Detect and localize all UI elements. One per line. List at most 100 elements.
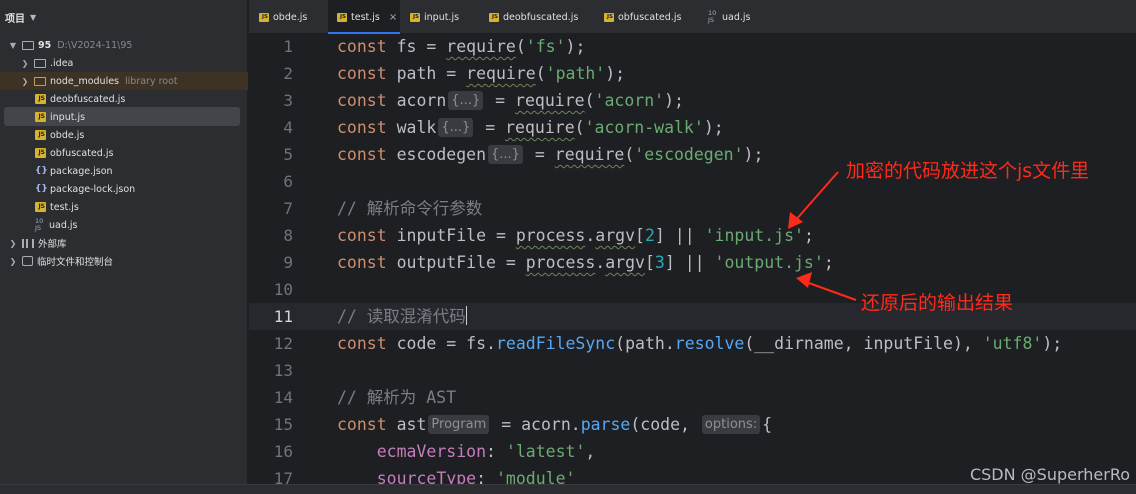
code-text: ); [703,118,724,137]
string-literal: 'output.js' [714,253,824,272]
line-number: 8 [283,226,293,245]
line-number: 10 [273,280,293,299]
function-call: require [505,118,575,137]
code-line[interactable]: // 解析命令行参数 [337,195,482,222]
keyword: const [337,253,387,272]
function-call: require [554,145,625,164]
chevron-right-icon[interactable]: ❯ [20,59,30,68]
number-literal: 2 [644,226,655,245]
line-number: 14 [273,388,293,407]
tree-item-label: deobfuscated.js [50,93,126,105]
line-number: 15 [273,415,293,434]
code-line[interactable]: const inputFile = process.argv[2] || 'in… [337,222,814,249]
tree-item-label: input.js [50,111,86,123]
tab-obde[interactable]: JS obde.js [259,0,307,34]
code-text: ast [386,415,427,434]
tree-item-deobfuscated[interactable]: JS deobfuscated.js [35,90,125,108]
restored-output-note: 还原后的输出结果 [861,292,1014,314]
tree-item-node-modules[interactable]: ❯ node_modules library root [20,72,178,90]
js-test-file-icon: 10 JS [35,217,44,232]
line-number-current: 11 [273,307,293,326]
project-panel-header[interactable]: 项目 ▼ [0,0,247,34]
code-line-current[interactable]: // 读取混淆代码 [337,303,468,330]
code-text: . [595,253,606,272]
tree-item-external-libraries[interactable]: ❯ 外部库 [8,234,67,252]
code-text: path = [386,64,467,83]
code-text: { [762,415,773,434]
tab-obfuscated[interactable]: JS obfuscated.js [604,0,681,34]
tree-item-scratches[interactable]: ❯ 临时文件和控制台 [8,252,113,270]
tree-item-test[interactable]: JS test.js [35,198,79,216]
line-number: 13 [273,361,293,380]
code-line[interactable]: const outputFile = process.argv[3] || 'o… [337,249,834,276]
chevron-right-icon[interactable]: ❯ [8,257,18,266]
tree-item-label: test.js [50,201,79,213]
tree-item-uad[interactable]: 10 JS uad.js [35,216,77,234]
tree-item-package-json[interactable]: {} package.json [35,162,113,180]
tree-item-obfuscated[interactable]: JS obfuscated.js [35,144,113,162]
code-text: fs = [386,37,447,56]
tab-uad[interactable]: 10 JS uad.js [708,0,750,34]
folder-icon [22,40,34,50]
tree-item-label: 外部库 [38,239,67,250]
code-line[interactable]: const acorn {...} = require('acorn'); [337,87,684,114]
line-number: 4 [283,118,293,137]
chevron-down-icon[interactable]: ▼ [8,41,18,50]
parameter-inlay-hint[interactable]: options: [701,415,761,434]
code-line[interactable]: const ast Program = acorn.parse(code, opt… [337,411,772,438]
inlay-hint[interactable]: {...} [488,145,523,164]
tree-item-label: 临时文件和控制台 [37,257,114,268]
code-text: ( [515,37,526,56]
code-text: ; [823,253,834,272]
line-number: 7 [283,199,293,218]
project-panel-title: 项目 [5,13,25,25]
function-call: parse [580,415,631,434]
tab-input[interactable]: JS input.js [410,0,459,34]
code-line[interactable]: ecmaVersion: 'latest', [337,438,596,465]
js-file-icon: JS [35,130,46,140]
code-line[interactable]: const escodegen {...} = require('escodege… [337,141,763,168]
type-inlay-hint[interactable]: Program [428,415,490,434]
code-text: ( [624,145,635,164]
text-caret [465,306,468,325]
js-file-icon: JS [259,12,269,22]
tab-label: obde.js [273,11,308,23]
tree-item-package-lock[interactable]: {} package-lock.json [35,180,135,198]
identifier: process [515,226,586,245]
code-line[interactable]: const walk {...} = require('acorn-walk'); [337,114,724,141]
tree-item-root[interactable]: ▼ 95 D:\V2024-11\95 [8,36,133,54]
tree-item-input[interactable]: JS input.js [35,108,85,126]
code-text: ); [1042,334,1063,353]
inlay-hint[interactable]: {...} [438,118,474,137]
identifier: process [525,253,596,272]
keyword: const [337,118,387,137]
code-text: ] || [664,253,715,272]
string-literal: 'escodegen' [634,145,744,164]
code-text: = acorn. [491,415,581,434]
inlay-hint[interactable]: {...} [448,91,484,110]
status-bar [0,484,1136,494]
tree-item-hint: library root [125,75,178,87]
tree-item-obde[interactable]: JS obde.js [35,126,84,144]
chevron-right-icon[interactable]: ❯ [8,239,18,248]
tab-deobfuscated[interactable]: JS deobfuscated.js [489,0,578,34]
keyword: const [337,91,387,110]
js-test-file-icon: 10 JS [708,9,717,24]
line-number: 3 [283,91,293,110]
close-icon[interactable]: × [389,12,397,23]
code-line[interactable]: const path = require('path'); [337,60,625,87]
tab-test[interactable]: JS test.js × [328,0,400,34]
code-line[interactable]: const code = fs.readFileSync(path.resolv… [337,330,1062,357]
js-file-icon: JS [604,12,614,22]
keyword: const [337,145,387,164]
string-literal: 'acorn' [594,91,665,110]
tree-item-idea[interactable]: ❯ .idea [20,54,74,72]
code-text: code = fs. [386,334,496,353]
code-line[interactable]: // 解析为 AST [337,384,456,411]
code-line[interactable]: const fs = require('fs'); [337,35,585,60]
code-text: ( [574,118,585,137]
chevron-right-icon[interactable]: ❯ [20,77,30,86]
js-file-icon: JS [35,112,46,122]
code-editor[interactable]: 1 2 3 4 5 6 7 8 9 10 11 12 13 14 15 16 1… [249,35,1136,494]
code-text: ); [743,145,764,164]
